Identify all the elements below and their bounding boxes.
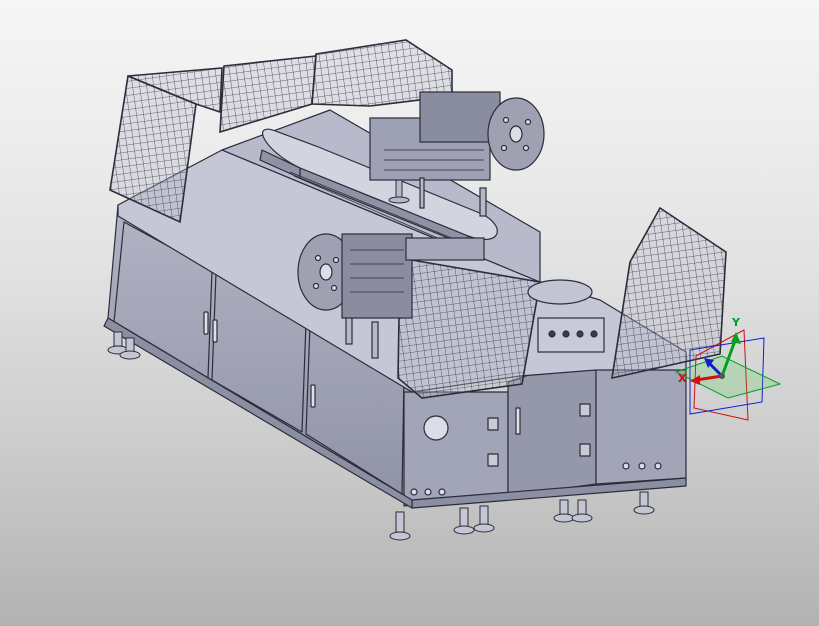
guard-right: [611, 206, 727, 380]
machine-assembly-model[interactable]: [0, 0, 819, 626]
cad-viewport[interactable]: Y X: [0, 0, 819, 626]
rotary-base: [527, 279, 593, 305]
triad-label-x: X: [678, 372, 687, 385]
cable-port-hole: [423, 415, 449, 441]
triad-label-y: Y: [732, 316, 740, 329]
guard-front-center: [397, 257, 541, 399]
